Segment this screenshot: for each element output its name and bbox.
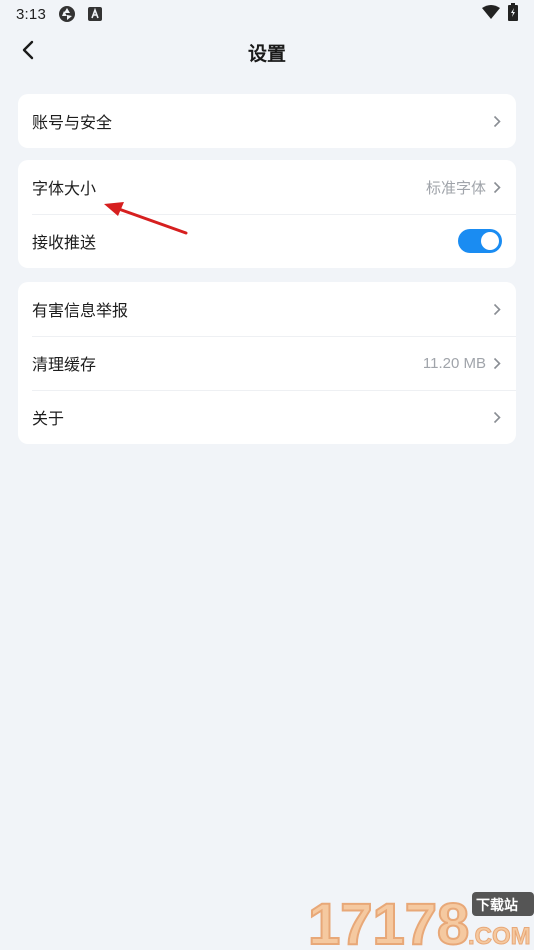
row-label: 有害信息举报 — [32, 303, 129, 320]
row-label: 接收推送 — [32, 235, 97, 252]
row-value: 标准字体 — [425, 179, 486, 197]
row-right — [458, 229, 502, 253]
chevron-right-icon — [492, 303, 502, 316]
page-title: 设置 — [247, 43, 286, 65]
toggle-knob — [481, 232, 499, 250]
row-right — [492, 303, 502, 316]
push-toggle[interactable] — [458, 229, 502, 253]
row-push-notifications: 接收推送 — [18, 214, 516, 268]
settings-group-misc: 有害信息举报 清理缓存 11.20 MB 关于 — [18, 282, 516, 444]
settings-group-display: 字体大小 标准字体 接收推送 — [18, 160, 516, 268]
chevron-right-icon — [492, 411, 502, 424]
settings-screen: 3:13 设置 账号与安全 字体大小 标准字体 接收推送 有害信息举报 清理缓存… — [0, 0, 534, 950]
status-time: 3:13 — [16, 5, 46, 23]
row-right: 标准字体 — [426, 177, 502, 198]
row-label: 账号与安全 — [32, 115, 113, 132]
battery-icon — [508, 3, 518, 25]
chevron-left-icon — [21, 40, 35, 65]
site-watermark: 17178 下载站 .COM — [307, 888, 534, 950]
row-value: 11.20 MB — [422, 354, 486, 372]
row-label: 字体大小 — [32, 181, 97, 198]
red-arrow-icon — [98, 196, 192, 243]
chevron-right-icon — [492, 115, 502, 128]
back-button[interactable] — [8, 32, 48, 72]
row-about[interactable]: 关于 — [18, 390, 516, 444]
watermark-number: 17178 — [308, 892, 469, 950]
row-right — [492, 115, 502, 128]
row-label: 清理缓存 — [32, 357, 97, 374]
row-report-harmful[interactable]: 有害信息举报 — [18, 282, 516, 336]
a-badge-icon — [88, 7, 102, 21]
watermark-badge: 下载站 — [476, 897, 518, 914]
status-right — [482, 3, 518, 25]
row-font-size[interactable]: 字体大小 标准字体 — [18, 160, 516, 214]
app-bar: 设置 — [0, 28, 534, 76]
row-account-security[interactable]: 账号与安全 — [18, 94, 516, 148]
row-label: 关于 — [32, 411, 65, 428]
row-right: 11.20 MB — [423, 355, 502, 372]
watermark-suffix: .COM — [468, 923, 531, 950]
settings-group-account: 账号与安全 — [18, 94, 516, 148]
chevron-right-icon — [492, 181, 502, 194]
aperture-icon — [58, 5, 76, 23]
status-bar: 3:13 — [0, 0, 534, 28]
row-right — [492, 411, 502, 424]
chevron-right-icon — [492, 357, 502, 370]
row-clear-cache[interactable]: 清理缓存 11.20 MB — [18, 336, 516, 390]
wifi-icon — [482, 5, 500, 23]
